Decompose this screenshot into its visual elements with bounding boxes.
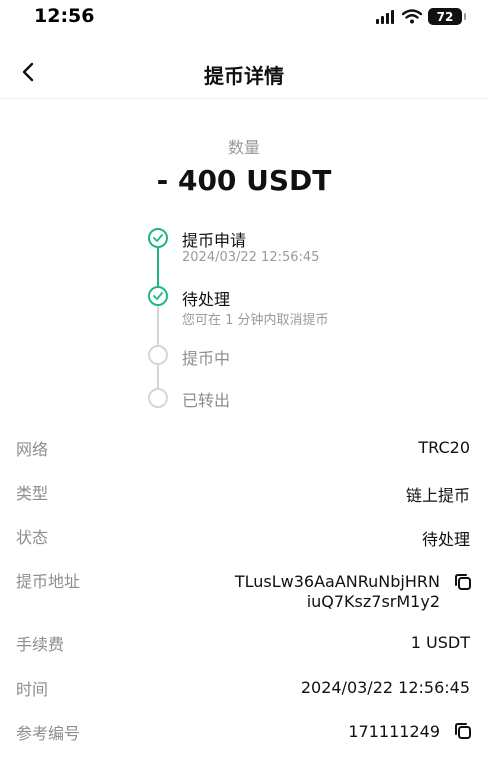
timeline-line-inactive bbox=[157, 364, 159, 388]
amount-value: - 400 USDT bbox=[156, 164, 332, 197]
timeline-line-inactive bbox=[157, 306, 159, 348]
check-icon bbox=[153, 234, 163, 242]
wifi-icon bbox=[402, 9, 422, 24]
step-title: 提币申请 bbox=[182, 231, 247, 250]
address-label: 提币地址 bbox=[16, 572, 81, 591]
copy-icon bbox=[455, 574, 471, 590]
reference-value: 171111249 bbox=[348, 722, 440, 741]
address-line-1: TLusLw36AaANRuNbjHRN bbox=[234, 572, 440, 591]
status-icons: 72 bbox=[376, 8, 466, 25]
network-value: TRC20 bbox=[418, 438, 470, 457]
step-subtitle: 您可在 1 分钟内取消提币 bbox=[182, 313, 329, 328]
type-label: 类型 bbox=[16, 484, 49, 503]
step-pending-icon bbox=[148, 388, 168, 408]
page-title: 提币详情 bbox=[204, 64, 284, 88]
reference-label: 参考编号 bbox=[16, 724, 81, 743]
battery-icon: 72 bbox=[428, 8, 466, 25]
status-value: 待处理 bbox=[421, 530, 470, 549]
status-time: 12:56 bbox=[34, 5, 95, 27]
timeline-line-active bbox=[157, 248, 159, 290]
step-subtitle: 2024/03/22 12:56:45 bbox=[182, 250, 320, 265]
step-check-icon bbox=[148, 286, 168, 306]
type-value: 链上提币 bbox=[405, 486, 470, 505]
step-title: 待处理 bbox=[182, 290, 231, 309]
time-value: 2024/03/22 12:56:45 bbox=[300, 678, 470, 697]
step-check-icon bbox=[148, 228, 168, 248]
status-bar: 12:56 72 bbox=[0, 0, 488, 36]
network-label: 网络 bbox=[16, 440, 49, 459]
signal-icon bbox=[376, 9, 394, 24]
copy-address-button[interactable] bbox=[452, 571, 474, 593]
time-label: 时间 bbox=[16, 680, 49, 699]
check-icon bbox=[153, 292, 163, 300]
nav-bar: 提币详情 bbox=[0, 44, 488, 99]
battery-level: 72 bbox=[436, 9, 454, 24]
status-label: 状态 bbox=[16, 528, 49, 547]
withdraw-address: TLusLw36AaANRuNbjHRN iuQ7Ksz7srM1y2 bbox=[235, 572, 440, 612]
fee-label: 手续费 bbox=[16, 635, 65, 654]
address-line-2: iuQ7Ksz7srM1y2 bbox=[306, 592, 440, 611]
step-title: 已转出 bbox=[182, 391, 231, 410]
step-pending-icon bbox=[148, 345, 168, 365]
amount-label: 数量 bbox=[227, 138, 260, 157]
fee-value: 1 USDT bbox=[410, 633, 470, 652]
step-title: 提币中 bbox=[182, 349, 231, 368]
copy-icon bbox=[455, 723, 471, 739]
copy-reference-button[interactable] bbox=[452, 720, 474, 742]
